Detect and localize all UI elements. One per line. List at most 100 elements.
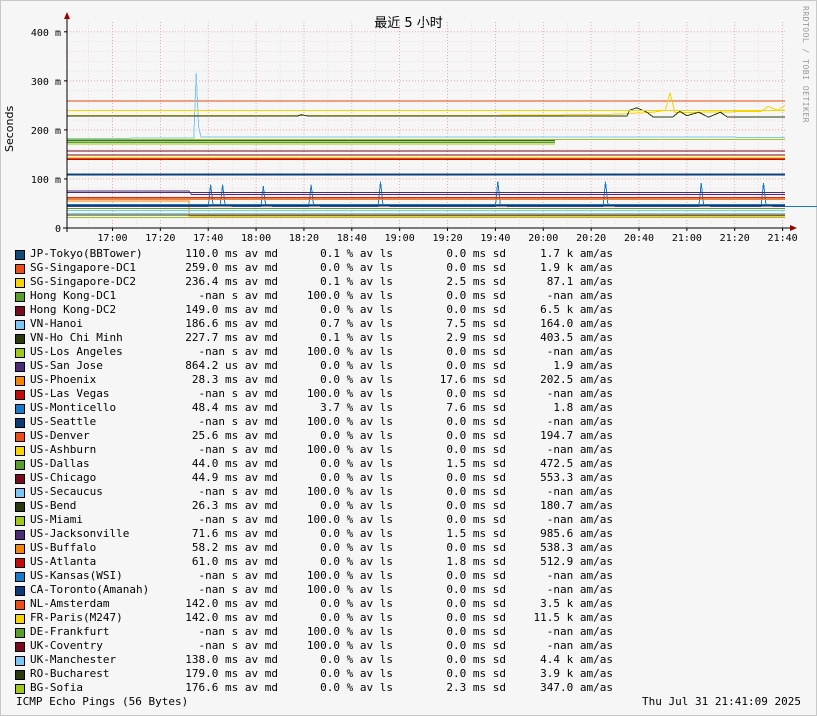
- legend-swatch: [15, 670, 25, 680]
- legend-row: DE-Frankfurt -nan s av md 100.0 % av ls 0.0…: [15, 625, 815, 639]
- x-tick-label: 19:40: [480, 233, 510, 244]
- series-line: [67, 92, 786, 117]
- legend-series-name: US-Denver: [30, 429, 90, 442]
- legend-row: Hong Kong-DC1 -nan s av md 100.0 % av ls 0.…: [15, 289, 815, 303]
- legend-row: Hong Kong-DC2 149.0 ms av md 0.0 % av ls 0.…: [15, 303, 815, 317]
- legend-median: -nan s av md: [198, 625, 278, 638]
- legend-stddev: 2.3 ms sd: [446, 681, 506, 694]
- legend-loss: 100.0 % av ls: [306, 289, 393, 302]
- legend-stddev: 0.0 ms sd: [446, 639, 506, 652]
- legend-loss: 0.7 % av ls: [320, 317, 393, 330]
- legend-stddev: 0.0 ms sd: [446, 359, 506, 372]
- legend-median: -nan s av md: [198, 583, 278, 596]
- series-layer: [66, 72, 817, 219]
- legend-swatch: [15, 250, 25, 260]
- legend-swatch: [15, 642, 25, 652]
- legend-swatch: [15, 558, 25, 568]
- legend-stddev: 0.0 ms sd: [446, 345, 506, 358]
- legend-swatch: [15, 684, 25, 694]
- legend-amas: 1.7 k am/as: [540, 247, 613, 260]
- legend-amas: 553.3 am/as: [540, 471, 613, 484]
- legend-row: US-Denver 25.6 ms av md 0.0 % av ls 0.0 ms …: [15, 429, 815, 443]
- legend-median: 236.4 ms av md: [185, 275, 278, 288]
- legend-series-name: RO-Bucharest: [30, 667, 110, 680]
- legend-series-name: VN-Ho Chi Minh: [30, 331, 123, 344]
- legend-median: -nan s av md: [198, 569, 278, 582]
- legend-swatch: [15, 306, 25, 316]
- x-axis-arrow: [790, 225, 797, 231]
- legend-amas: -nan am/as: [546, 289, 613, 302]
- legend-row: US-Miami -nan s av md 100.0 % av ls 0.0 ms …: [15, 513, 815, 527]
- legend-series-name: US-Jacksonville: [30, 527, 130, 540]
- legend-row: SG-Singapore-DC2 236.4 ms av md 0.1 % av l…: [15, 275, 815, 289]
- x-tick-label: 18:20: [289, 233, 319, 244]
- legend-loss: 0.0 % av ls: [320, 373, 393, 386]
- legend-row: US-Atlanta 61.0 ms av md 0.0 % av ls 1.8 ms…: [15, 555, 815, 569]
- legend-swatch: [15, 404, 25, 414]
- legend-series-name: US-Ashburn: [30, 443, 97, 456]
- legend-series-name: US-Dallas: [30, 457, 90, 470]
- legend-amas: -nan am/as: [546, 513, 613, 526]
- legend-amas: -nan am/as: [546, 443, 613, 456]
- legend-row: US-San Jose 864.2 us av md 0.0 % av ls 0.0 …: [15, 359, 815, 373]
- legend-row: JP-Tokyo(BBTower) 110.0 ms av md 0.1 % av …: [15, 247, 815, 261]
- legend-median: 227.7 ms av md: [185, 331, 278, 344]
- legend-series-name: US-Miami: [30, 513, 83, 526]
- legend-loss: 100.0 % av ls: [306, 415, 393, 428]
- legend-series-name: UK-Manchester: [30, 653, 117, 666]
- legend-row: VN-Ho Chi Minh 227.7 ms av md 0.1 % av ls 2…: [15, 331, 815, 345]
- legend-swatch: [15, 348, 25, 358]
- legend-median: 179.0 ms av md: [185, 667, 278, 680]
- legend-series-name: US-Phoenix: [30, 373, 97, 386]
- legend-swatch: [15, 488, 25, 498]
- legend-series-name: BG-Sofia: [30, 681, 83, 694]
- legend-stddev: 0.0 ms sd: [446, 387, 506, 400]
- legend-swatch: [15, 530, 25, 540]
- legend-median: -nan s av md: [198, 345, 278, 358]
- legend-swatch: [15, 264, 25, 274]
- legend-row: SG-Singapore-DC1 259.0 ms av md 0.0 % av l…: [15, 261, 815, 275]
- legend-loss: 100.0 % av ls: [306, 485, 393, 498]
- legend-swatch: [15, 600, 25, 610]
- legend-loss: 0.1 % av ls: [320, 331, 393, 344]
- legend-median: -nan s av md: [198, 513, 278, 526]
- legend-row: UK-Manchester 138.0 ms av md 0.0 % av ls 0.…: [15, 653, 815, 667]
- legend-loss: 3.7 % av ls: [320, 401, 393, 414]
- legend-stddev: 0.0 ms sd: [446, 415, 506, 428]
- legend-series-name: Hong Kong-DC2: [30, 303, 117, 316]
- x-tick-label: 21:00: [672, 233, 702, 244]
- legend-row: RO-Bucharest 179.0 ms av md 0.0 % av ls 0.0…: [15, 667, 815, 681]
- legend-amas: 472.5 am/as: [540, 457, 613, 470]
- legend-amas: 512.9 am/as: [540, 555, 613, 568]
- x-tick-label: 18:40: [337, 233, 367, 244]
- legend-row: FR-Paris(M247) 142.0 ms av md 0.0 % av ls 0…: [15, 611, 815, 625]
- legend-series-name: US-San Jose: [30, 359, 103, 372]
- x-tick-label: 20:20: [576, 233, 606, 244]
- legend-loss: 0.0 % av ls: [320, 359, 393, 372]
- legend-amas: 3.5 k am/as: [540, 597, 613, 610]
- legend-amas: -nan am/as: [546, 625, 613, 638]
- legend-row: US-Phoenix 28.3 ms av md 0.0 % av ls 17.6 m…: [15, 373, 815, 387]
- legend-amas: 4.4 k am/as: [540, 653, 613, 666]
- legend-series-name: US-Las Vegas: [30, 387, 110, 400]
- legend-median: 142.0 ms av md: [185, 597, 278, 610]
- legend-swatch: [15, 474, 25, 484]
- legend-loss: 0.0 % av ls: [320, 653, 393, 666]
- footer-timestamp: Thu Jul 31 21:41:09 2025: [642, 695, 801, 708]
- legend-amas: 202.5 am/as: [540, 373, 613, 386]
- legend-stddev: 0.0 ms sd: [446, 541, 506, 554]
- legend-swatch: [15, 334, 25, 344]
- legend-loss: 0.0 % av ls: [320, 527, 393, 540]
- legend-stddev: 0.0 ms sd: [446, 485, 506, 498]
- legend-row: VN-Hanoi 186.6 ms av md 0.7 % av ls 7.5 ms …: [15, 317, 815, 331]
- legend-row: US-Los Angeles -nan s av md 100.0 % av ls 0…: [15, 345, 815, 359]
- legend-loss: 0.0 % av ls: [320, 499, 393, 512]
- legend-series-name: SG-Singapore-DC2: [30, 275, 136, 288]
- legend-swatch: [15, 614, 25, 624]
- legend-stddev: 0.0 ms sd: [446, 667, 506, 680]
- legend-row: US-Chicago 44.9 ms av md 0.0 % av ls 0.0 ms…: [15, 471, 815, 485]
- legend-loss: 0.0 % av ls: [320, 541, 393, 554]
- legend-row: US-Secaucus -nan s av md 100.0 % av ls 0.0 …: [15, 485, 815, 499]
- legend-row: US-Dallas 44.0 ms av md 0.0 % av ls 1.5 ms …: [15, 457, 815, 471]
- legend-stddev: 0.0 ms sd: [446, 597, 506, 610]
